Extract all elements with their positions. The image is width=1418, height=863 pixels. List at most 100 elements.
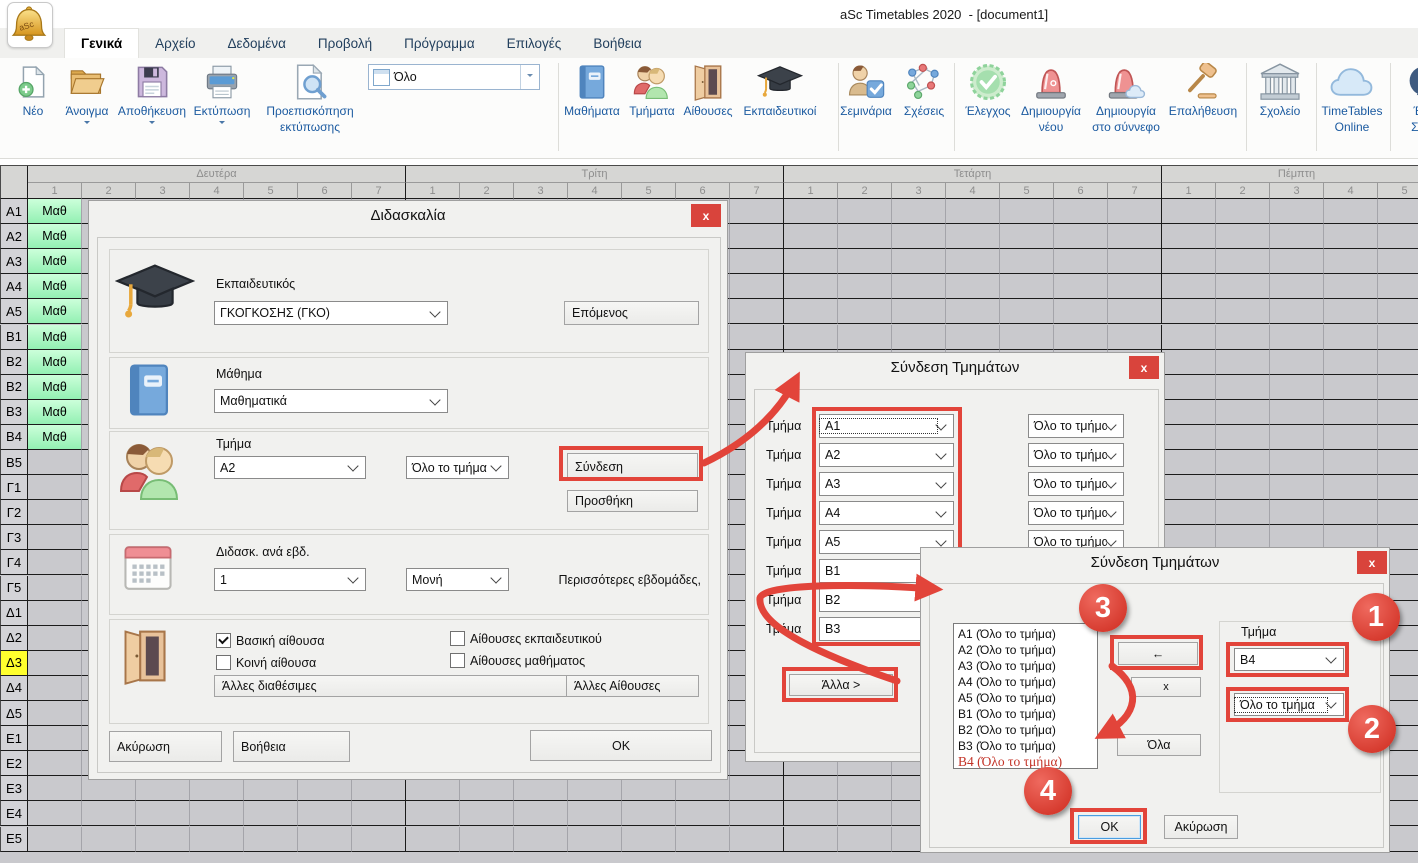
slot-cell[interactable] <box>1378 375 1418 400</box>
slot-cell[interactable] <box>1162 249 1216 274</box>
slot-cell[interactable] <box>1378 500 1418 525</box>
slot-cell[interactable] <box>1216 325 1270 350</box>
slot-cell[interactable] <box>1378 400 1418 425</box>
cancel-button[interactable]: Ακύρωση <box>1164 815 1238 839</box>
slot-cell[interactable] <box>406 827 460 852</box>
slot-cell[interactable] <box>1162 450 1216 475</box>
ribbon-button-relations[interactable]: Σχέσεις <box>895 61 953 119</box>
slot-cell[interactable] <box>784 827 838 852</box>
slot-cell[interactable] <box>784 224 838 249</box>
slot-cell[interactable] <box>1216 350 1270 375</box>
slot-cell[interactable] <box>622 801 676 826</box>
all-button[interactable]: Όλα <box>1117 734 1201 756</box>
slot-cell[interactable] <box>28 576 82 601</box>
slot-cell[interactable] <box>460 827 514 852</box>
slot-cell[interactable] <box>514 776 568 801</box>
add-class-button[interactable]: Προσθήκη <box>567 490 698 512</box>
slot-cell[interactable] <box>28 676 82 701</box>
slot-cell[interactable] <box>406 776 460 801</box>
slot-cell[interactable] <box>352 776 406 801</box>
slot-cell[interactable] <box>28 726 82 751</box>
slot-cell[interactable] <box>1378 450 1418 475</box>
slot-cell[interactable] <box>1378 199 1418 224</box>
linked-classes-list[interactable]: A1 (Όλο το τμήμα)A2 (Όλο το τμήμα)A3 (Όλ… <box>953 623 1098 769</box>
slot-cell[interactable] <box>730 199 784 224</box>
slot-cell[interactable] <box>1378 350 1418 375</box>
slot-cell[interactable] <box>1324 375 1378 400</box>
other-available-button[interactable]: Άλλες διαθέσιμες <box>214 675 576 697</box>
slot-cell[interactable] <box>622 776 676 801</box>
chevron-down-icon[interactable] <box>219 121 225 127</box>
weekly-count-select[interactable]: 1 <box>214 568 366 591</box>
scope-select-A4[interactable]: Όλο το τμήμα <box>1028 501 1124 525</box>
next-teacher-button[interactable]: Επόμενος <box>564 301 699 325</box>
class-scope-select[interactable]: Όλο το τμήμα <box>406 456 509 479</box>
slot-cell[interactable] <box>28 801 82 826</box>
slot-cell[interactable] <box>1270 199 1324 224</box>
slot-cell[interactable] <box>1324 350 1378 375</box>
slot-cell[interactable] <box>676 776 730 801</box>
row-label-E1[interactable]: E1 <box>0 726 28 751</box>
slot-cell[interactable] <box>352 801 406 826</box>
slot-cell[interactable] <box>514 827 568 852</box>
close-icon[interactable]: x <box>1357 551 1387 574</box>
row-label-Δ5[interactable]: Δ5 <box>0 701 28 726</box>
slot-cell[interactable] <box>1108 274 1162 299</box>
list-item[interactable]: A2 (Όλο το τμήμα) <box>958 642 1097 658</box>
slot-cell[interactable] <box>1270 500 1324 525</box>
row-label-E3[interactable]: E3 <box>0 776 28 801</box>
lesson-cell[interactable]: Μαθ <box>28 299 82 324</box>
slot-cell[interactable] <box>1162 425 1216 450</box>
slot-cell[interactable] <box>28 525 82 550</box>
slot-cell[interactable] <box>1324 224 1378 249</box>
slot-cell[interactable] <box>1000 274 1054 299</box>
slot-cell[interactable] <box>28 475 82 500</box>
slot-cell[interactable] <box>568 801 622 826</box>
slot-cell[interactable] <box>946 325 1000 350</box>
slot-cell[interactable] <box>784 249 838 274</box>
row-label-Δ4[interactable]: Δ4 <box>0 676 28 701</box>
slot-cell[interactable] <box>1108 199 1162 224</box>
ribbon-button-new[interactable]: Νέο <box>7 61 59 119</box>
ribbon-button-print[interactable]: Εκτύπωση <box>186 61 258 127</box>
slot-cell[interactable] <box>1378 325 1418 350</box>
slot-cell[interactable] <box>1270 325 1324 350</box>
slot-cell[interactable] <box>730 801 784 826</box>
slot-cell[interactable] <box>28 827 82 852</box>
slot-cell[interactable] <box>1108 299 1162 324</box>
row-label-B2[interactable]: B2 <box>0 350 28 375</box>
row-label-B2[interactable]: B2 <box>0 375 28 400</box>
slot-cell[interactable] <box>1324 274 1378 299</box>
slot-cell[interactable] <box>1378 475 1418 500</box>
slot-cell[interactable] <box>1054 274 1108 299</box>
slot-cell[interactable] <box>1054 224 1108 249</box>
slot-cell[interactable] <box>1324 299 1378 324</box>
slot-cell[interactable] <box>190 827 244 852</box>
slot-cell[interactable] <box>838 325 892 350</box>
list-item[interactable]: A3 (Όλο το τμήμα) <box>958 658 1097 674</box>
row-label-Γ1[interactable]: Γ1 <box>0 475 28 500</box>
row-label-A5[interactable]: A5 <box>0 299 28 324</box>
row-label-Γ4[interactable]: Γ4 <box>0 550 28 575</box>
slot-cell[interactable] <box>1270 450 1324 475</box>
slot-cell[interactable] <box>568 827 622 852</box>
list-item[interactable]: A5 (Όλο το τμήμα) <box>958 690 1097 706</box>
slot-cell[interactable] <box>568 776 622 801</box>
slot-cell[interactable] <box>1162 350 1216 375</box>
slot-cell[interactable] <box>1054 325 1108 350</box>
slot-cell[interactable] <box>1108 224 1162 249</box>
slot-cell[interactable] <box>838 827 892 852</box>
slot-cell[interactable] <box>1216 199 1270 224</box>
slot-cell[interactable] <box>730 224 784 249</box>
slot-cell[interactable] <box>892 274 946 299</box>
ribbon-button-classes[interactable]: Τμήματα <box>620 61 684 119</box>
help-button[interactable]: Βοήθεια <box>233 731 350 762</box>
ribbon-button-teachers[interactable]: Εκπαιδευτικοί <box>733 61 827 119</box>
slot-cell[interactable] <box>892 249 946 274</box>
slot-cell[interactable] <box>1378 274 1418 299</box>
slot-cell[interactable] <box>1216 450 1270 475</box>
slot-cell[interactable] <box>1270 350 1324 375</box>
slot-cell[interactable] <box>1270 224 1324 249</box>
slot-cell[interactable] <box>298 801 352 826</box>
slot-cell[interactable] <box>784 776 838 801</box>
